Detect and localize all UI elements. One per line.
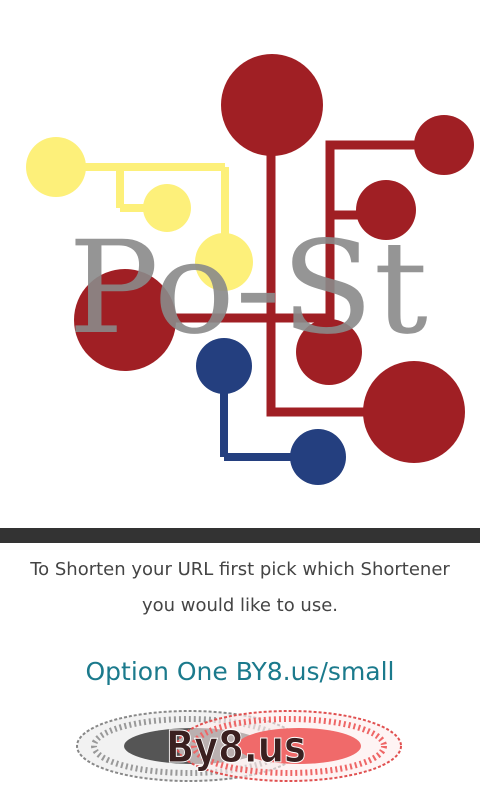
by8-logo-button[interactable]: By8.us [74, 704, 404, 796]
option-one-link[interactable]: Option One BY8.us/small [0, 654, 480, 690]
section-divider [0, 528, 480, 543]
intro-text: To Shorten your URL first pick which Sho… [30, 559, 450, 616]
by8-logo-text: By8.us [166, 722, 306, 773]
by8-logo-image: By8.us [76, 710, 402, 782]
po-st-logo-text: Po-St [68, 214, 428, 363]
po-st-logo: Po-St [26, 54, 474, 485]
post-logo-area: Po-St [0, 0, 480, 528]
